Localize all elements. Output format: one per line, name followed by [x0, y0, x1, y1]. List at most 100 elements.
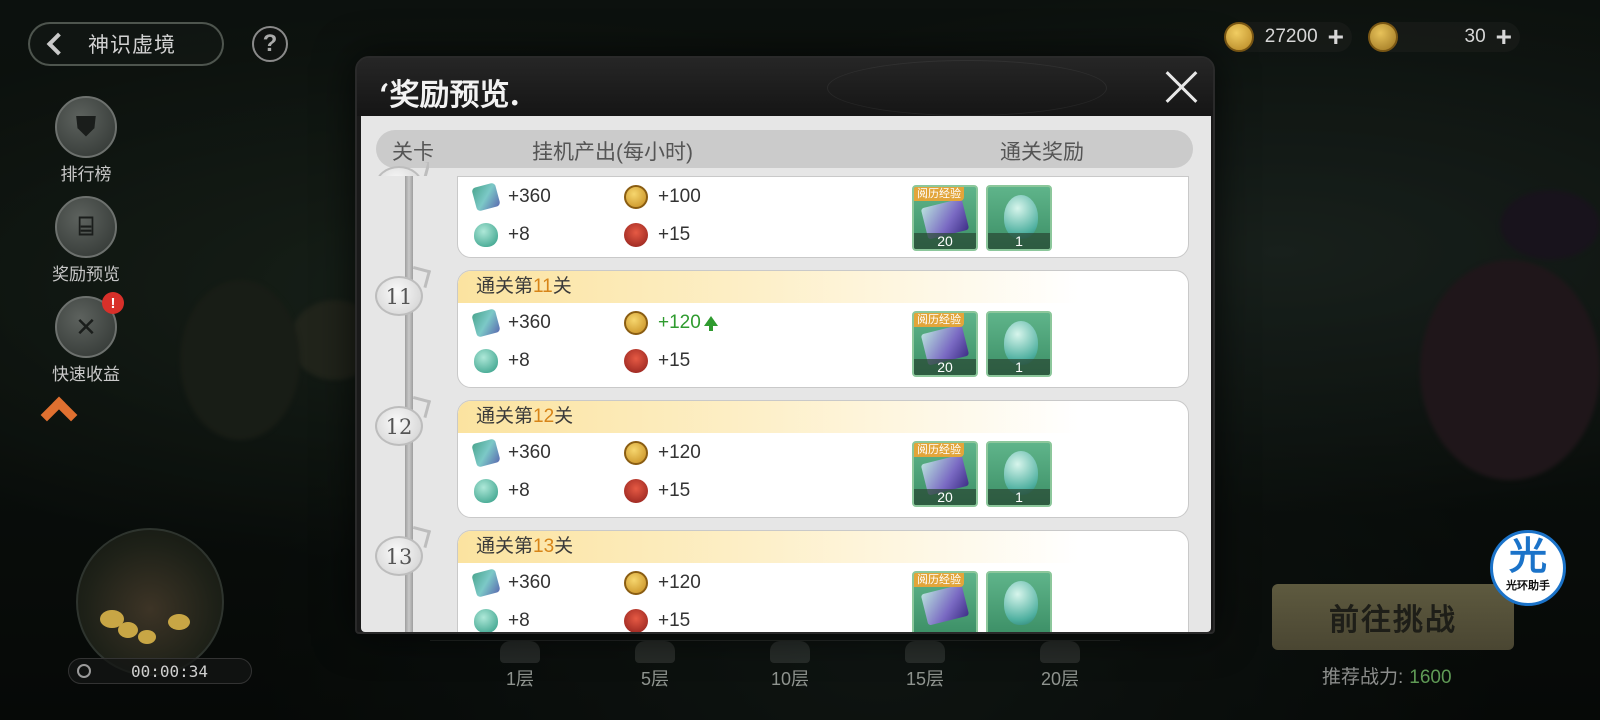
stage-node: 11: [375, 265, 432, 318]
stage-node: 12: [375, 395, 432, 448]
stage-row: 通关第13关 +360 +120 +8 +15 阅历经验: [457, 530, 1189, 632]
increase-arrow-icon: [703, 316, 718, 331]
idle-output-coin: +120: [624, 571, 701, 595]
idle-output-egg: +8: [474, 223, 530, 247]
reward-spirit-egg[interactable]: 1: [986, 311, 1052, 377]
idle-output-chest: +15: [624, 223, 690, 247]
exp-book-icon: [471, 308, 501, 338]
exp-book-icon: [471, 182, 501, 212]
col-clear-reward: 通关奖励: [1000, 141, 1084, 164]
idle-output-egg: +8: [474, 479, 530, 503]
reward-spirit-egg[interactable]: 1: [986, 441, 1052, 507]
reward-tag: 阅历经验: [914, 187, 964, 201]
coin-icon: [1224, 22, 1254, 52]
clock-icon: [77, 664, 91, 678]
idle-output-egg: +8: [474, 349, 530, 373]
floor-tab-15[interactable]: 15层: [885, 641, 965, 691]
idle-output-coin: +120: [624, 441, 701, 465]
help-button[interactable]: ?: [252, 26, 288, 62]
stage-number: 11: [375, 276, 423, 316]
red-chest-icon: [624, 223, 648, 247]
exp-book-icon: [471, 438, 501, 468]
add-token-button[interactable]: +: [1496, 23, 1512, 51]
reward-spirit-egg[interactable]: 1: [986, 185, 1052, 251]
reward-exp-book[interactable]: 阅历经验: [912, 571, 978, 632]
token-currency: 30 +: [1368, 22, 1520, 52]
reward-tag: 阅历经验: [914, 443, 964, 457]
column-header: 关卡 挂机产出(每小时) 通关奖励: [376, 130, 1193, 168]
stage-row: 通关第12关 +360 +120 +8 +15 阅历经验 20 1: [457, 400, 1189, 518]
stage-row-title: 通关第12关: [458, 401, 1188, 433]
floor-tab-20[interactable]: 20层: [1020, 641, 1100, 691]
reward-exp-book[interactable]: 阅历经验 20: [912, 441, 978, 507]
reward-count: 1: [988, 489, 1050, 505]
timer-value: 00:00:34: [131, 661, 209, 681]
quick-earnings-button[interactable]: ✕ ! 快速收益: [46, 292, 126, 385]
reward-count: 20: [914, 489, 976, 505]
modal-title: ‘奖励预览.: [379, 78, 520, 113]
exp-book-icon: [920, 584, 970, 626]
back-button[interactable]: 神识虚境: [28, 22, 224, 66]
floor-tab-10[interactable]: 10层: [750, 641, 830, 691]
floor-icon: [905, 641, 945, 663]
stage-node: 13: [375, 525, 432, 578]
gold-amount: 27200: [1264, 26, 1318, 47]
stage-number: 12: [375, 406, 423, 446]
red-chest-icon: [624, 479, 648, 503]
red-chest-icon: [624, 609, 648, 632]
coin-icon: [624, 311, 648, 335]
coin-icon: [624, 441, 648, 465]
spirit-egg-icon: [474, 349, 498, 373]
idle-output-book: +360: [471, 438, 551, 468]
spirit-egg-icon: [474, 223, 498, 247]
modal-body: 关卡 挂机产出(每小时) 通关奖励 +360 +100 +8 +15 阅历经验 20 1 通关…: [361, 116, 1211, 632]
idle-output-coin: +100: [624, 185, 701, 209]
spirit-egg-icon: [474, 609, 498, 632]
col-idle-output: 挂机产出(每小时): [532, 141, 693, 164]
spirit-egg-icon: [474, 479, 498, 503]
stage-number: 13: [375, 536, 423, 576]
idle-output-egg: +8: [474, 609, 530, 632]
reward-preview-button[interactable]: ⌸ 奖励预览: [46, 196, 126, 285]
back-chevron-icon: [46, 32, 70, 56]
token-amount: 30: [1464, 26, 1486, 47]
reward-tag: 阅历经验: [914, 573, 964, 587]
ranking-button[interactable]: ⛊ 排行榜: [46, 96, 126, 185]
reward-tag: 阅历经验: [914, 313, 964, 327]
power-value: 1600: [1409, 667, 1452, 688]
stage-row-title: 通关第13关: [458, 531, 1188, 563]
floor-icon: [770, 641, 810, 663]
spirit-egg-icon: [1004, 581, 1038, 625]
idle-output-chest: +15: [624, 479, 690, 503]
coin-icon: [624, 571, 648, 595]
challenge-button[interactable]: 前往挑战: [1272, 584, 1514, 650]
halo-assistant-button[interactable]: 光 光环助手: [1490, 530, 1566, 606]
reward-exp-book[interactable]: 阅历经验 20: [912, 185, 978, 251]
ranking-label: 排行榜: [60, 165, 112, 184]
floor-tab-1[interactable]: 1层: [480, 641, 560, 691]
reward-exp-book[interactable]: 阅历经验 20: [912, 311, 978, 377]
close-icon[interactable]: [1163, 68, 1201, 106]
idle-timer: 00:00:34: [68, 658, 252, 684]
gold-currency: 27200 +: [1224, 22, 1352, 52]
add-gold-button[interactable]: +: [1328, 23, 1344, 51]
reward-count: 20: [914, 233, 976, 249]
exp-book-icon: [471, 568, 501, 598]
reward-spirit-egg[interactable]: [986, 571, 1052, 632]
floor-tabs: 1层 5层 10层 15层 20层: [430, 640, 1120, 696]
reward-preview-icon: ⌸: [55, 196, 117, 258]
floor-tab-5[interactable]: 5层: [615, 641, 695, 691]
reward-preview-label: 奖励预览: [52, 265, 120, 284]
idle-output-book: +360: [471, 182, 551, 212]
reward-preview-modal: ‘奖励预览. 关卡 挂机产出(每小时) 通关奖励 +360 +100 +8 +15 阅历…: [355, 56, 1215, 634]
idle-output-coin: +120: [624, 311, 718, 335]
halo-assistant-icon: 光: [1508, 536, 1547, 578]
floor-icon: [500, 641, 540, 663]
reward-count: 20: [914, 359, 976, 375]
page-title: 神识虚境: [88, 34, 176, 57]
idle-treasure-chest[interactable]: [76, 528, 224, 676]
ranking-icon: ⛊: [55, 96, 117, 158]
quick-earnings-label: 快速收益: [52, 365, 120, 384]
stage-row-title: 通关第11关: [458, 271, 1188, 303]
modal-header: ‘奖励预览.: [357, 58, 1213, 116]
